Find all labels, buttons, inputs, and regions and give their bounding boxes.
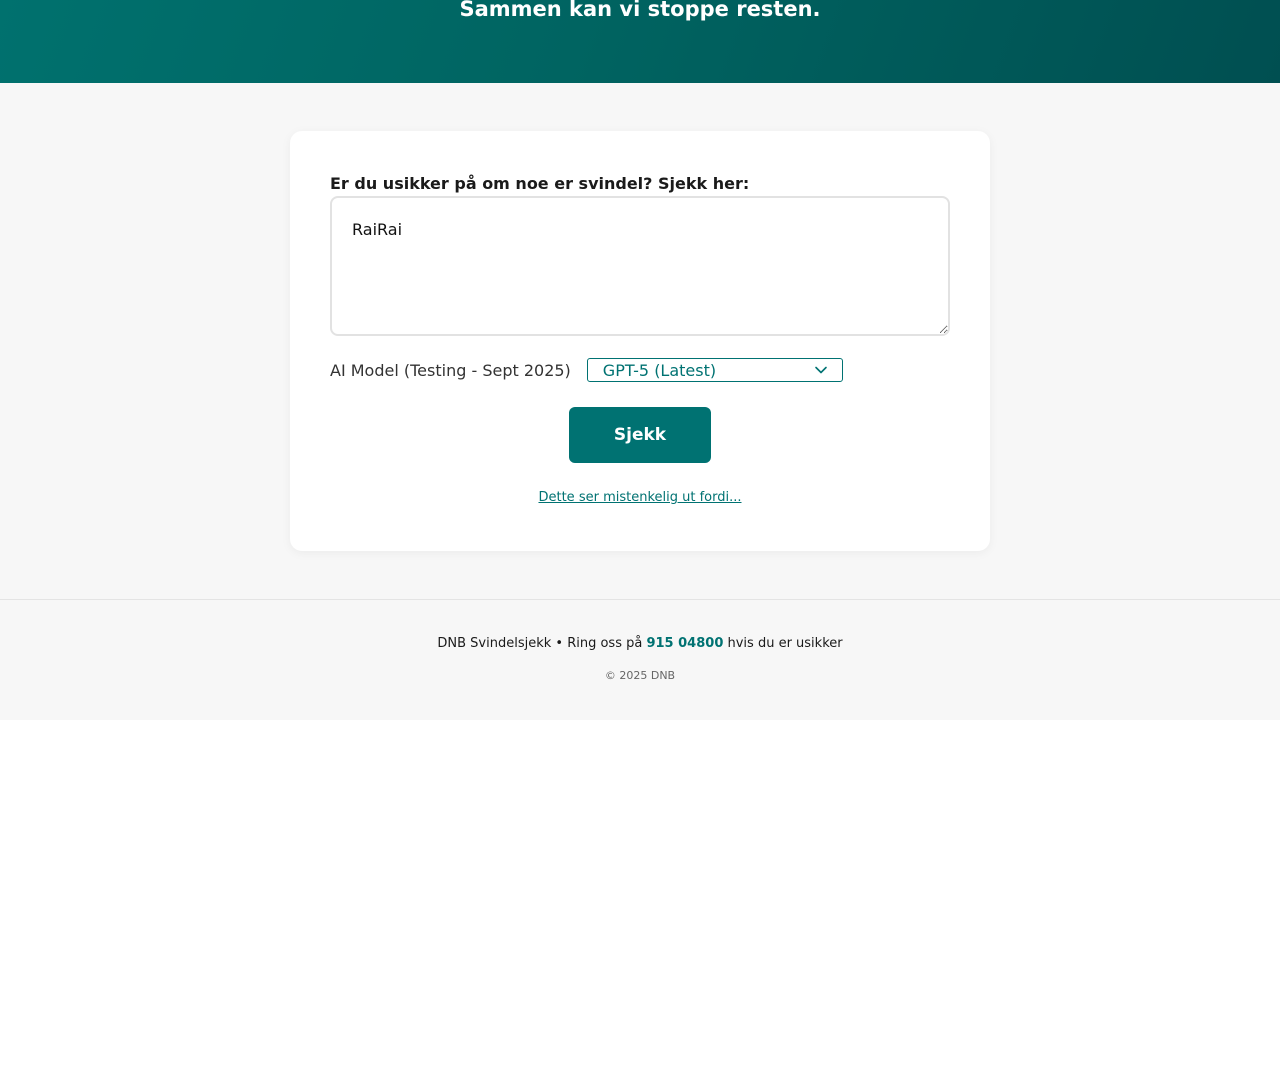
question-label: Er du usikker på om noe er svindel? Sjek… bbox=[330, 174, 750, 193]
model-selected-value: GPT-5 (Latest) bbox=[602, 360, 717, 380]
message-input[interactable] bbox=[330, 196, 950, 336]
phone-link[interactable]: 915 04800 bbox=[646, 636, 723, 651]
chevron-down-icon bbox=[814, 363, 828, 377]
hero-title: Sammen kan vi stoppe resten. bbox=[459, 0, 821, 21]
footer: DNB Svindelsjekk • Ring oss på 915 04800… bbox=[0, 599, 1280, 720]
footer-text-after: hvis du er usikker bbox=[723, 636, 843, 651]
hero-banner: Sammen kan vi stoppe resten. bbox=[0, 0, 1280, 83]
model-selector-row: AI Model (Testing - Sept 2025) GPT-5 (La… bbox=[330, 358, 843, 382]
footer-contact-line: DNB Svindelsjekk • Ring oss på 915 04800… bbox=[0, 636, 1280, 651]
model-select[interactable]: GPT-5 (Latest) bbox=[586, 358, 843, 382]
footer-text-before: DNB Svindelsjekk • Ring oss på bbox=[437, 636, 647, 651]
model-label: AI Model (Testing - Sept 2025) bbox=[330, 360, 571, 380]
scam-check-card: Er du usikker på om noe er svindel? Sjek… bbox=[290, 131, 990, 551]
copyright: © 2025 DNB bbox=[604, 669, 676, 682]
page: Sammen kan vi stoppe resten. Er du usikk… bbox=[0, 0, 1280, 720]
check-button[interactable]: Sjekk bbox=[569, 407, 711, 463]
suspicious-reason-link[interactable]: Dette ser mistenkelig ut fordi... bbox=[290, 490, 990, 505]
